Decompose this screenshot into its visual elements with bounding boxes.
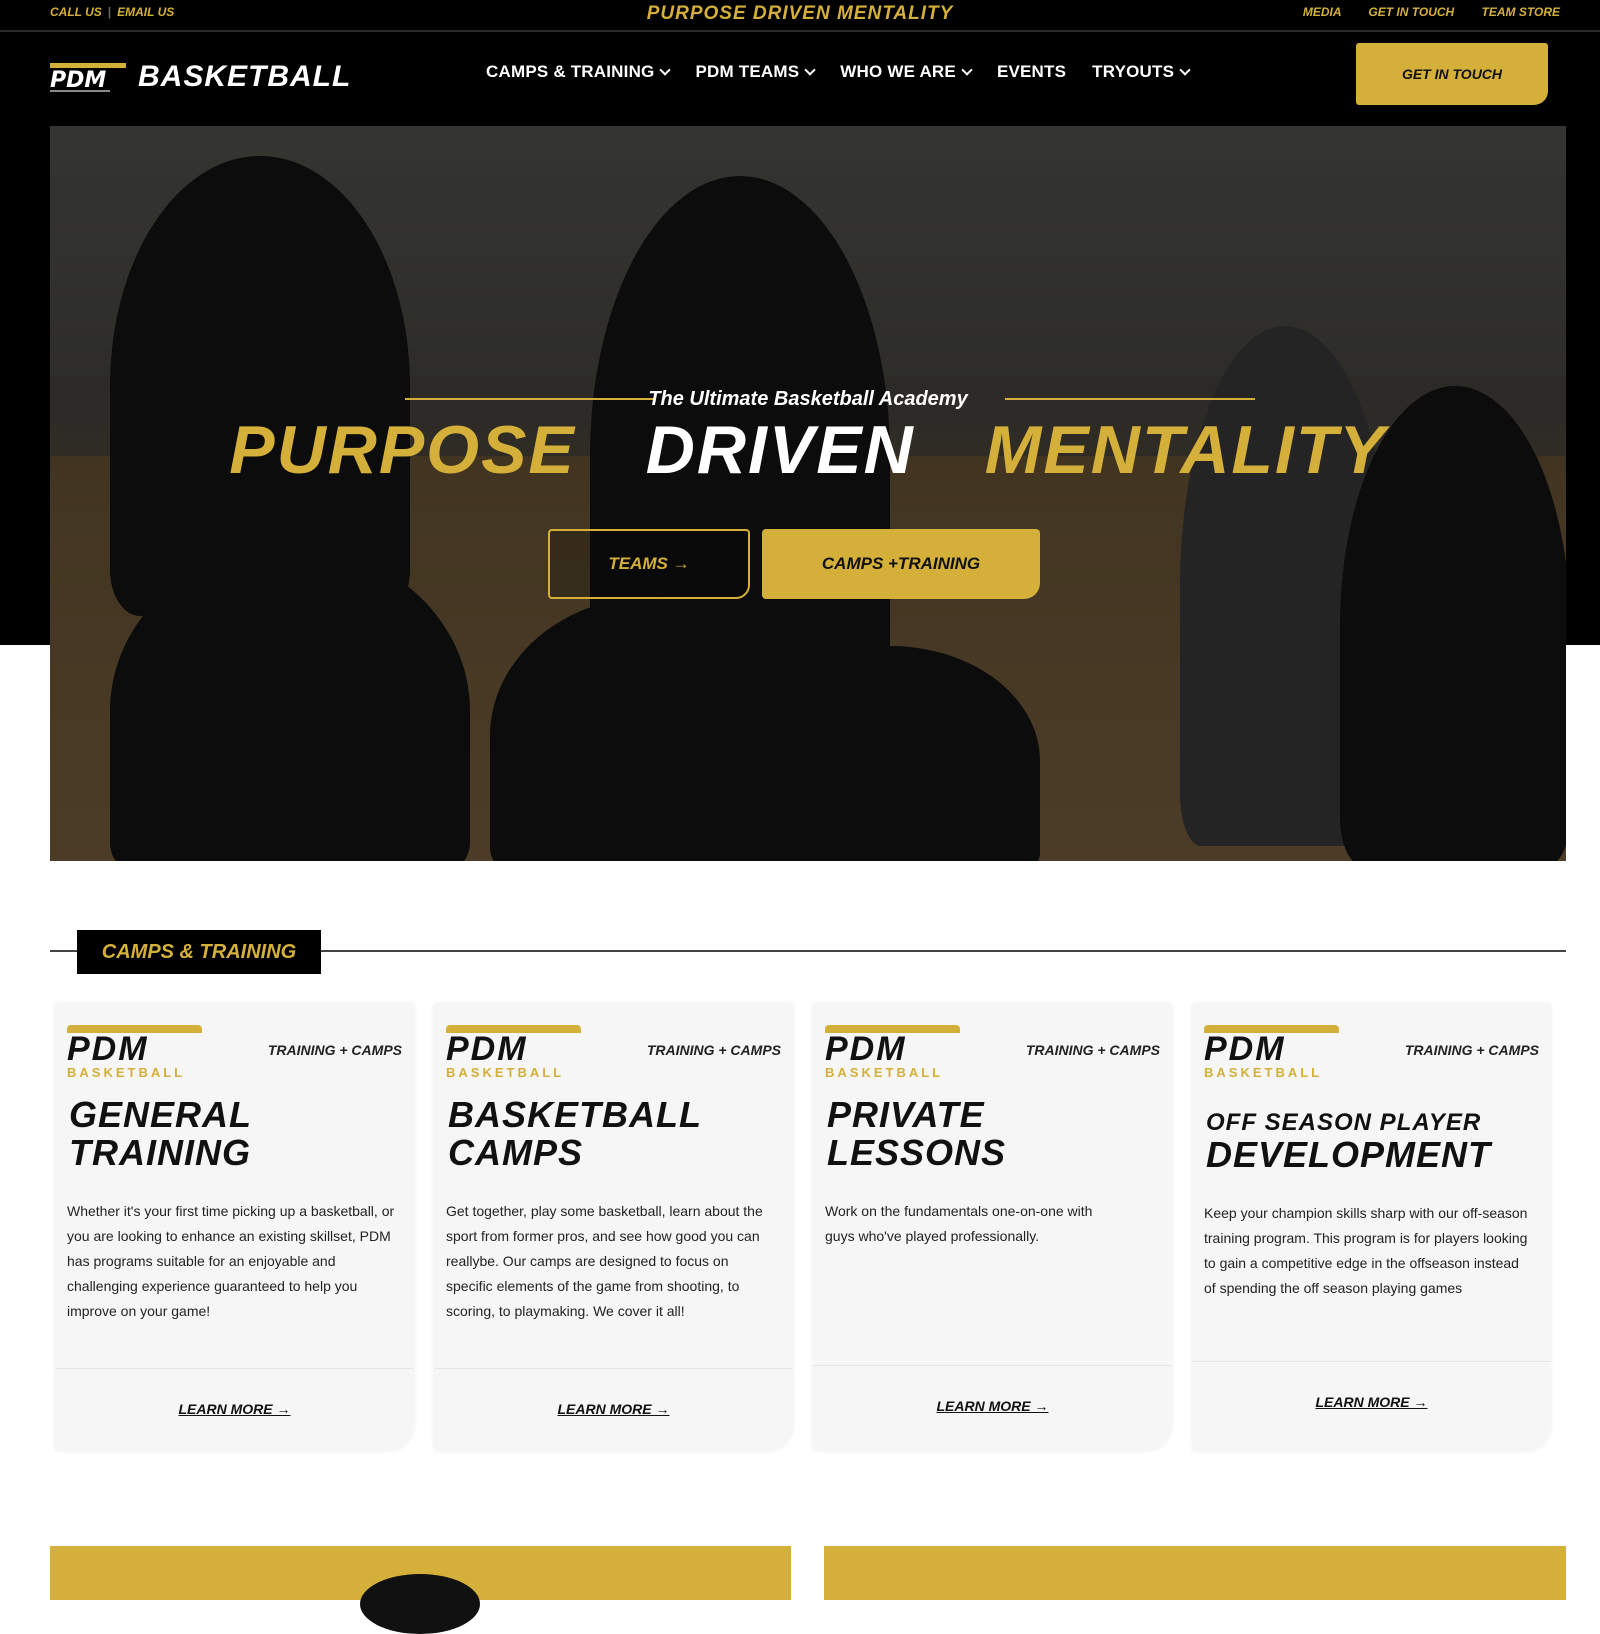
nav-label: WHO WE ARE <box>840 62 956 81</box>
utility-links: MEDIA GET IN TOUCH TEAM STORE <box>1279 5 1560 19</box>
pdm-basketball-logo: PDM BASKETBALL <box>67 1025 202 1081</box>
chevron-down-icon <box>804 63 816 76</box>
card-description: Keep your champion skills sharp with our… <box>1204 1205 1528 1296</box>
feature-panel-right <box>824 1546 1566 1600</box>
primary-menu: CAMPS & TRAINING PDM TEAMS WHO WE ARE EV… <box>486 62 1191 82</box>
nav-item-events[interactable]: EVENTS <box>997 62 1066 82</box>
title-line: GENERAL <box>69 1094 253 1135</box>
card-description: Whether it's your first time picking up … <box>67 1203 395 1319</box>
nav-label: EVENTS <box>996 62 1067 81</box>
person-photo <box>360 1574 480 1634</box>
card-divider <box>434 1368 793 1369</box>
title-line: PRIVATE <box>827 1094 985 1135</box>
program-card-general-training: PDM BASKETBALL TRAINING + CAMPS GENERAL T… <box>55 1003 414 1451</box>
headline-word: MENTALITY <box>984 412 1387 488</box>
program-card-private-lessons: PDM BASKETBALL TRAINING + CAMPS PRIVATE L… <box>813 1003 1172 1451</box>
hero-overlay <box>50 126 1566 861</box>
hero-subtitle: The Ultimate Basketball Academy <box>648 388 968 410</box>
nav-label: CAMPS & TRAINING <box>486 62 655 81</box>
svg-text:PDM: PDM <box>50 68 106 93</box>
pdm-basketball-logo: PDM BASKETBALL <box>446 1025 581 1081</box>
hero-banner: The Ultimate Basketball Academy PURPOSE D… <box>50 126 1566 861</box>
site-logo[interactable]: PDM BASKETBALL <box>50 57 351 97</box>
logo-main: PDM <box>446 1030 528 1068</box>
card-kicker: TRAINING + CAMPS <box>1025 1042 1160 1058</box>
card-description: Get together, play some basketball, lear… <box>446 1203 763 1319</box>
section-title: CAMPS & TRAINING <box>77 930 321 974</box>
nav-label: PDM TEAMS <box>695 62 800 81</box>
pdm-basketball-logo: PDM BASKETBALL <box>1204 1025 1339 1081</box>
logo-sub: BASKETBALL <box>825 1065 944 1080</box>
card-title: BASKETBALL CAMPS <box>448 1096 702 1172</box>
logo-main: PDM <box>1204 1030 1286 1068</box>
title-line: TRAINING <box>69 1132 251 1173</box>
pdm-basketball-logo: PDM BASKETBALL <box>825 1025 960 1081</box>
card-kicker: TRAINING + CAMPS <box>646 1042 781 1058</box>
nav-item-tryouts[interactable]: TRYOUTS <box>1092 62 1191 82</box>
pdm-logo-icon: PDM <box>50 63 126 93</box>
nav-label: TRYOUTS <box>1092 62 1175 81</box>
card-divider <box>55 1368 414 1369</box>
team-store-link[interactable]: TEAM STORE <box>1482 5 1560 19</box>
main-nav: PDM BASKETBALL CAMPS & TRAINING PDM TEAM… <box>0 32 1600 125</box>
logo-main: PDM <box>67 1030 149 1068</box>
chevron-down-icon <box>1179 63 1191 76</box>
logo-sub: BASKETBALL <box>1204 1065 1323 1080</box>
card-divider <box>1192 1361 1551 1362</box>
logo-main: PDM <box>825 1030 907 1068</box>
card-title: OFF SEASON PLAYER DEVELOPMENT <box>1206 1110 1491 1174</box>
title-line: DEVELOPMENT <box>1206 1134 1492 1175</box>
card-divider <box>813 1365 1172 1366</box>
camps-training-button[interactable]: CAMPS +TRAINING <box>762 529 1040 599</box>
media-link[interactable]: MEDIA <box>1303 5 1341 19</box>
title-line: LESSONS <box>827 1132 1007 1173</box>
card-kicker: TRAINING + CAMPS <box>1404 1042 1539 1058</box>
nav-item-pdm-teams[interactable]: PDM TEAMS <box>695 62 816 82</box>
logo-sub: BASKETBALL <box>446 1065 565 1080</box>
learn-more-link[interactable]: LEARN MORE → <box>1192 1394 1551 1410</box>
learn-more-link[interactable]: LEARN MORE → <box>813 1398 1172 1414</box>
card-kicker: TRAINING + CAMPS <box>267 1042 402 1058</box>
headline-word: PURPOSE <box>229 412 576 488</box>
program-cards: PDM BASKETBALL TRAINING + CAMPS GENERAL T… <box>55 1003 1565 1455</box>
feature-panel-left <box>50 1546 791 1634</box>
card-title: PRIVATE LESSONS <box>827 1096 1006 1172</box>
program-card-off-season: PDM BASKETBALL TRAINING + CAMPS OFF SEAS… <box>1192 1003 1551 1451</box>
hero-headline: PURPOSE DRIVEN MENTALITY <box>50 411 1566 489</box>
teams-button[interactable]: TEAMS → <box>548 529 750 599</box>
card-description: Work on the fundamentals one-on-one with… <box>825 1203 1093 1244</box>
title-line: BASKETBALL <box>448 1094 702 1135</box>
nav-item-who-we-are[interactable]: WHO WE ARE <box>840 62 973 82</box>
top-utility-bar: CALL US | EMAIL US PURPOSE DRIVEN MENTALIT… <box>0 0 1600 32</box>
get-in-touch-button[interactable]: GET IN TOUCH <box>1356 43 1548 105</box>
learn-more-link[interactable]: LEARN MORE → <box>434 1401 793 1417</box>
chevron-down-icon <box>659 63 672 76</box>
chevron-down-icon <box>961 63 973 76</box>
learn-more-link[interactable]: LEARN MORE → <box>55 1401 414 1417</box>
logo-wordmark: BASKETBALL <box>138 60 352 93</box>
logo-sub: BASKETBALL <box>67 1065 186 1080</box>
title-line: OFF SEASON PLAYER <box>1206 1109 1482 1136</box>
title-line: CAMPS <box>448 1132 584 1173</box>
card-title: GENERAL TRAINING <box>69 1096 252 1172</box>
headline-word: DRIVEN <box>645 412 915 488</box>
nav-item-camps-training[interactable]: CAMPS & TRAINING <box>486 62 672 82</box>
program-card-basketball-camps: PDM BASKETBALL TRAINING + CAMPS BASKETBA… <box>434 1003 793 1451</box>
get-in-touch-link[interactable]: GET IN TOUCH <box>1368 5 1454 19</box>
